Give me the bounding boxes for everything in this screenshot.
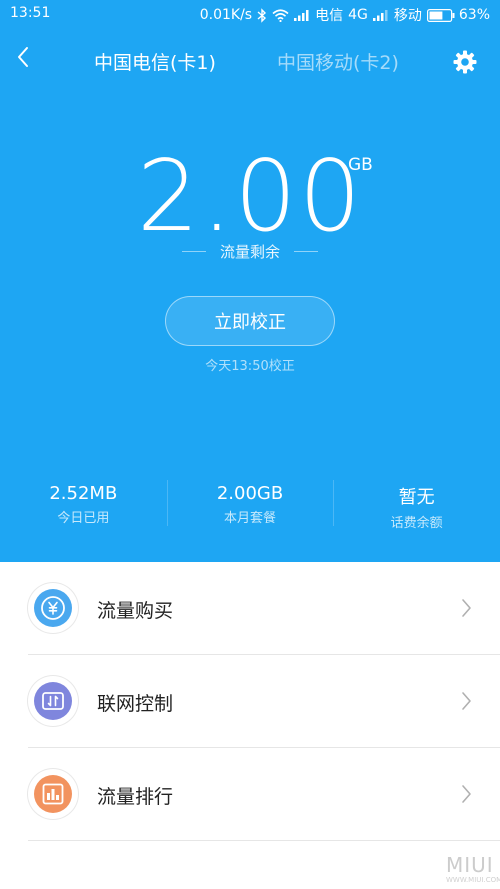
menu-item-buy-data[interactable]: 流量购买 bbox=[0, 562, 500, 655]
bluetooth-icon bbox=[257, 7, 267, 23]
battery-icon bbox=[426, 8, 455, 22]
network-type: 4G bbox=[348, 7, 368, 23]
chevron-right-icon bbox=[457, 598, 477, 618]
divider bbox=[294, 251, 318, 252]
stat-balance: 暂无 话费余额 bbox=[333, 480, 500, 531]
menu-item-label: 流量排行 bbox=[97, 786, 174, 808]
menu-item-data-ranking[interactable]: 流量排行 bbox=[0, 748, 500, 841]
menu-item-label: 联网控制 bbox=[97, 693, 174, 715]
signal-icon bbox=[372, 9, 389, 21]
stat-monthly-plan: 2.00GB 本月套餐 bbox=[166, 480, 334, 530]
icon-badge bbox=[34, 775, 72, 813]
tab-sim1[interactable]: 中国电信(卡1) bbox=[94, 48, 216, 75]
feature-menu: 流量购买 联网控制 流量排行 bbox=[0, 562, 500, 841]
data-remaining-label: 流量剩余 bbox=[219, 243, 280, 261]
stat-value: 2.52MB bbox=[49, 483, 118, 504]
carrier2-label: 移动 bbox=[393, 8, 422, 24]
stat-value: 2.00GB bbox=[216, 483, 284, 504]
divider bbox=[181, 251, 206, 252]
miui-watermark: MIUI WWW.MIUI.COM bbox=[446, 854, 500, 884]
signal-icon bbox=[294, 9, 310, 21]
status-bar: 13:51 0.01K/s 电信 4G 移动 63% bbox=[0, 0, 500, 28]
menu-item-label: 流量购买 bbox=[97, 600, 174, 622]
title-bar: 中国电信(卡1) 中国移动(卡2) bbox=[0, 40, 500, 84]
last-calibrated-text: 今天13:50校正 bbox=[205, 359, 295, 374]
wifi-icon bbox=[272, 8, 289, 22]
chevron-left-icon bbox=[16, 46, 30, 72]
settings-button[interactable] bbox=[452, 49, 478, 75]
stat-label: 话费余额 bbox=[390, 516, 443, 531]
stat-label: 本月套餐 bbox=[224, 511, 277, 526]
data-remaining-value: 2.00 bbox=[136, 140, 364, 254]
status-indicators: 0.01K/s 电信 4G 移动 63% bbox=[200, 5, 490, 25]
carrier1-label: 电信 bbox=[315, 8, 344, 24]
status-time: 13:51 bbox=[10, 5, 51, 21]
chevron-right-icon bbox=[457, 784, 477, 804]
usage-stats: 2.52MB 今日已用 2.00GB 本月套餐 暂无 话费余额 bbox=[0, 480, 500, 531]
network-speed: 0.01K/s bbox=[199, 7, 253, 23]
gear-icon bbox=[452, 50, 478, 79]
calibrate-button[interactable]: 立即校正 bbox=[165, 296, 335, 346]
back-button[interactable] bbox=[10, 46, 36, 72]
menu-item-network-control[interactable]: 联网控制 bbox=[0, 655, 500, 748]
icon-badge bbox=[34, 589, 72, 627]
stat-today-used: 2.52MB 今日已用 bbox=[0, 480, 167, 530]
stat-value: 暂无 bbox=[398, 487, 435, 508]
chevron-right-icon bbox=[457, 691, 477, 711]
data-remaining-caption: 流量剩余 bbox=[0, 241, 500, 262]
data-remaining-unit: GB bbox=[348, 155, 373, 175]
bar-chart-icon bbox=[28, 769, 78, 819]
network-control-icon bbox=[28, 676, 78, 726]
watermark-subtext: WWW.MIUI.COM bbox=[446, 876, 500, 884]
yuan-icon bbox=[28, 583, 78, 633]
watermark-text: MIUI bbox=[446, 853, 494, 877]
tab-sim2[interactable]: 中国移动(卡2) bbox=[277, 48, 399, 75]
data-usage-header: 13:51 0.01K/s 电信 4G 移动 63% 中国电信(卡1) 中国移动… bbox=[0, 0, 500, 562]
battery-percent: 63% bbox=[458, 7, 490, 23]
battery-indicator: 63% bbox=[426, 7, 490, 23]
stat-label: 今日已用 bbox=[57, 511, 110, 526]
icon-badge bbox=[34, 682, 72, 720]
